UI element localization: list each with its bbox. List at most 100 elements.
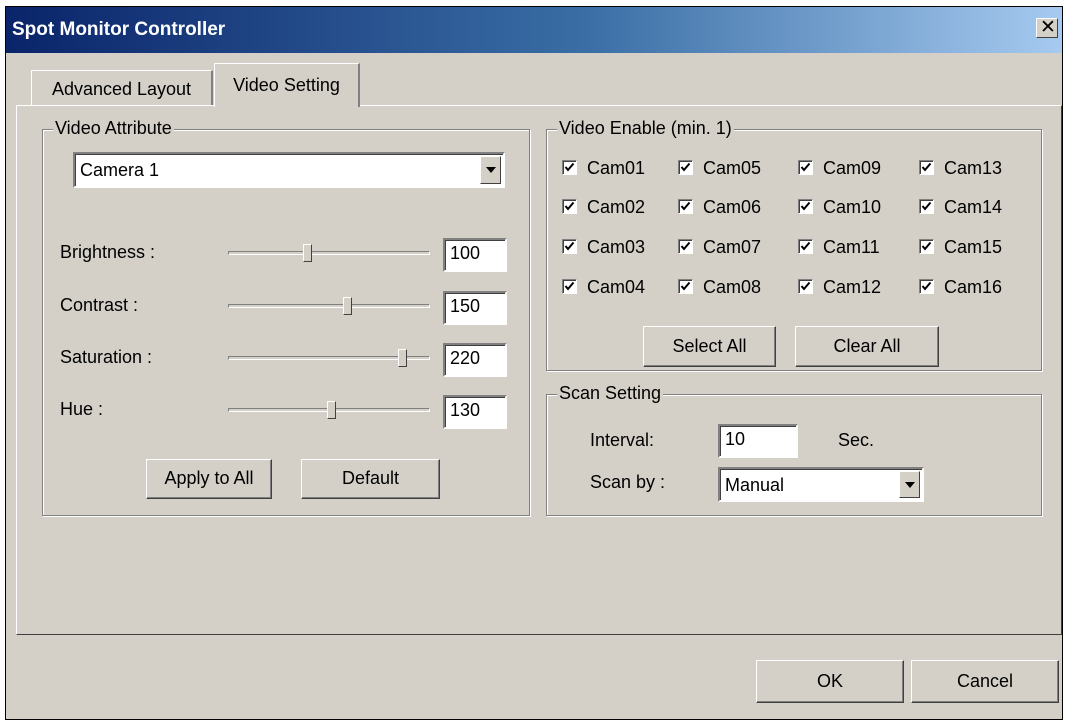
checkbox[interactable] bbox=[678, 239, 693, 254]
button-label: Default bbox=[341, 468, 400, 488]
checkbox-label: Cam08 bbox=[703, 277, 762, 297]
camera-select-value: Camera 1 bbox=[80, 160, 160, 180]
video-enable-group: Video Enable (min. 1) Cam01 Cam02 Cam03 Cam… bbox=[546, 118, 1042, 371]
slider-thumb[interactable] bbox=[303, 244, 312, 262]
checkbox[interactable] bbox=[798, 279, 813, 294]
checkbox[interactable] bbox=[562, 239, 577, 254]
close-button[interactable]: ✕ bbox=[1036, 18, 1058, 38]
checkbox-label: Cam13 bbox=[944, 158, 1003, 178]
default-button[interactable]: Default bbox=[301, 459, 440, 499]
slider-value-field[interactable]: 220 bbox=[443, 343, 507, 377]
tab-label: Advanced Layout bbox=[51, 79, 192, 99]
check-icon bbox=[921, 241, 932, 251]
title-bar[interactable]: Spot Monitor Controller ✕ bbox=[6, 7, 1062, 53]
tab-video-setting[interactable]: Video Setting bbox=[214, 63, 360, 107]
chevron-down-icon[interactable] bbox=[899, 471, 920, 498]
check-icon bbox=[564, 162, 575, 172]
checkbox[interactable] bbox=[562, 199, 577, 214]
checkbox[interactable] bbox=[678, 199, 693, 214]
cancel-button[interactable]: Cancel bbox=[911, 660, 1059, 703]
scan-by-value: Manual bbox=[725, 475, 785, 495]
checkbox-label: Cam11 bbox=[823, 237, 880, 257]
checkbox-label: Cam03 bbox=[587, 237, 646, 257]
checkbox[interactable] bbox=[919, 239, 934, 254]
group-title: Scan Setting bbox=[557, 383, 664, 404]
check-icon bbox=[680, 281, 691, 291]
checkbox-label: Cam01 bbox=[587, 158, 646, 178]
checkbox-label: Cam07 bbox=[703, 237, 762, 257]
camera-select[interactable]: Camera 1 bbox=[73, 152, 505, 188]
group-title: Video Attribute bbox=[53, 118, 174, 139]
check-icon bbox=[800, 281, 811, 291]
checkbox-label: Cam15 bbox=[944, 237, 1003, 257]
slider-thumb[interactable] bbox=[327, 401, 336, 419]
check-icon bbox=[680, 162, 691, 172]
checkbox[interactable] bbox=[919, 160, 934, 175]
slider-value: 150 bbox=[450, 296, 481, 316]
checkbox[interactable] bbox=[798, 199, 813, 214]
group-title: Video Enable (min. 1) bbox=[557, 118, 734, 139]
apply-to-all-button[interactable]: Apply to All bbox=[146, 459, 272, 499]
check-icon bbox=[800, 241, 811, 251]
check-icon bbox=[921, 201, 932, 211]
scan-by-label: Scan by : bbox=[590, 472, 666, 492]
check-icon bbox=[564, 201, 575, 211]
slider-value-field[interactable]: 130 bbox=[443, 395, 507, 429]
window-title: Spot Monitor Controller bbox=[12, 19, 226, 40]
interval-unit: Sec. bbox=[838, 430, 875, 450]
check-icon bbox=[800, 201, 811, 211]
slider-thumb[interactable] bbox=[343, 297, 352, 315]
button-label: Cancel bbox=[956, 671, 1014, 691]
scan-by-select[interactable]: Manual bbox=[718, 467, 924, 502]
slider-track[interactable] bbox=[228, 304, 430, 308]
check-icon bbox=[680, 201, 691, 211]
slider-track[interactable] bbox=[228, 251, 430, 255]
slider-value-field[interactable]: 100 bbox=[443, 238, 507, 272]
spot-monitor-dialog: Spot Monitor Controller ✕ Advanced Layou… bbox=[5, 6, 1063, 720]
tab-advanced-layout[interactable]: Advanced Layout bbox=[31, 70, 213, 105]
checkbox-label: Cam16 bbox=[944, 277, 1003, 297]
check-icon bbox=[680, 241, 691, 251]
checkbox[interactable] bbox=[919, 199, 934, 214]
checkbox-label: Cam12 bbox=[823, 277, 882, 297]
checkbox[interactable] bbox=[798, 160, 813, 175]
checkbox-label: Cam05 bbox=[703, 158, 762, 178]
ok-button[interactable]: OK bbox=[756, 660, 904, 703]
check-icon bbox=[564, 241, 575, 251]
checkbox-label: Cam14 bbox=[944, 197, 1003, 217]
scan-setting-group: Scan Setting Interval: 10 Sec. Scan by :… bbox=[546, 383, 1042, 516]
slider-label: Saturation : bbox=[60, 347, 153, 367]
button-label: OK bbox=[816, 671, 843, 691]
slider-label: Contrast : bbox=[60, 295, 139, 315]
checkbox[interactable] bbox=[919, 279, 934, 294]
video-setting-panel: Video Attribute Camera 1 Brightness : 100… bbox=[16, 105, 1062, 635]
close-icon: ✕ bbox=[1040, 17, 1056, 38]
slider-value: 130 bbox=[450, 400, 481, 420]
clear-all-button[interactable]: Clear All bbox=[795, 326, 939, 367]
slider-value-field[interactable]: 150 bbox=[443, 291, 507, 325]
checkbox-label: Cam02 bbox=[587, 197, 646, 217]
checkbox[interactable] bbox=[678, 160, 693, 175]
button-label: Apply to All bbox=[164, 468, 254, 488]
slider-thumb[interactable] bbox=[398, 349, 407, 367]
video-attribute-group: Video Attribute Camera 1 Brightness : 100… bbox=[42, 118, 530, 516]
checkbox[interactable] bbox=[798, 239, 813, 254]
slider-value: 220 bbox=[450, 348, 481, 368]
checkbox-label: Cam04 bbox=[587, 277, 646, 297]
interval-field[interactable]: 10 bbox=[718, 424, 798, 458]
button-label: Select All bbox=[672, 336, 747, 356]
checkbox[interactable] bbox=[678, 279, 693, 294]
select-all-button[interactable]: Select All bbox=[643, 326, 776, 367]
checkbox-label: Cam09 bbox=[823, 158, 882, 178]
chevron-down-icon[interactable] bbox=[480, 156, 501, 184]
button-label: Clear All bbox=[833, 336, 901, 356]
interval-label: Interval: bbox=[590, 430, 655, 450]
slider-label: Brightness : bbox=[60, 242, 156, 262]
checkbox[interactable] bbox=[562, 279, 577, 294]
check-icon bbox=[800, 162, 811, 172]
slider-value: 100 bbox=[450, 243, 481, 263]
check-icon bbox=[564, 281, 575, 291]
slider-label: Hue : bbox=[60, 399, 104, 419]
check-icon bbox=[921, 281, 932, 291]
checkbox[interactable] bbox=[562, 160, 577, 175]
